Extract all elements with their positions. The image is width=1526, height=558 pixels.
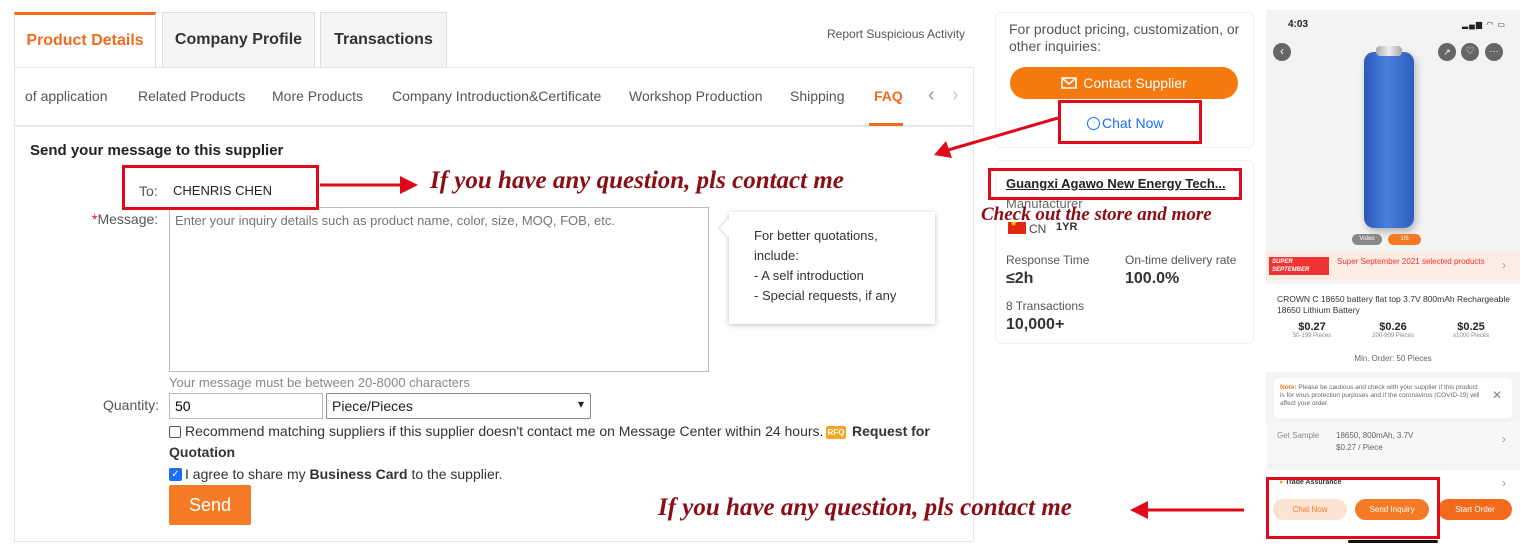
subnav-item[interactable]: of application xyxy=(25,88,108,104)
close-icon[interactable]: ✕ xyxy=(1492,388,1502,402)
chevron-right-icon: › xyxy=(1502,432,1506,446)
promo-banner[interactable]: SUPER SEPTEMBER Super September 2021 sele… xyxy=(1266,252,1520,280)
tab-product-details[interactable]: Product Details xyxy=(14,12,156,67)
subnav-item[interactable]: Company Introduction&Certificate xyxy=(392,88,601,104)
price-tier: $0.27 50-199 Pieces xyxy=(1292,321,1332,339)
message-label: *Message: xyxy=(92,211,159,227)
mobile-screenshot: 4:03 ▂▄▆ ◠ ▭ ‹ ↗ ♡ ··· Video 1/5 SUPER SE… xyxy=(1266,10,1520,548)
price-tier: $0.25 ≥1000 Pieces xyxy=(1452,321,1490,339)
tip-arrow xyxy=(719,219,737,237)
page: Product Details Company Profile Transact… xyxy=(0,0,1526,558)
arrow-icon xyxy=(320,176,418,194)
quantity-label: Quantity: xyxy=(103,397,160,413)
promo-text: Super September 2021 selected products xyxy=(1337,257,1485,266)
min-order: Min. Order: 50 Pieces xyxy=(1354,354,1432,363)
ontime-value: 100.0% xyxy=(1125,270,1180,287)
section-nav: of application Related Products More Pro… xyxy=(14,67,974,127)
mobile-actions-highlight xyxy=(1266,477,1440,539)
chat-now-highlight xyxy=(1058,100,1202,144)
favorite-icon[interactable]: ♡ xyxy=(1461,43,1479,61)
super-september-logo: SUPER SEPTEMBER xyxy=(1269,257,1329,275)
subnav-item[interactable]: Workshop Production xyxy=(629,88,763,104)
tip-item: - Special requests, if any xyxy=(754,288,897,303)
agree-checkbox[interactable]: ✓ xyxy=(169,468,182,481)
form-title: Send your message to this supplier xyxy=(30,142,284,159)
tab-company-profile[interactable]: Company Profile xyxy=(162,12,315,67)
battery-product-image xyxy=(1364,46,1414,228)
annotation-note-top: If you have any question, pls contact me xyxy=(430,167,844,194)
rfq-link-cont[interactable]: Quotation xyxy=(169,444,235,460)
quantity-input[interactable] xyxy=(169,393,323,419)
message-textarea[interactable] xyxy=(169,207,709,372)
recipient-highlight xyxy=(122,165,319,210)
rfq-link[interactable]: Request for xyxy=(852,423,930,439)
product-title: CROWN C 18650 battery flat top 3.7V 800m… xyxy=(1277,294,1510,315)
mail-icon xyxy=(1061,77,1077,89)
subnav-item[interactable]: More Products xyxy=(272,88,363,104)
unit-select[interactable]: Piece/Pieces ▾ xyxy=(326,393,591,419)
recommend-checkbox[interactable] xyxy=(169,426,181,438)
send-button[interactable]: Send xyxy=(169,485,251,525)
product-info: CROWN C 18650 battery flat top 3.7V 800m… xyxy=(1266,284,1520,372)
contact-supplier-button[interactable]: Contact Supplier xyxy=(1010,67,1238,99)
covid-note-text: Note: Please be cautious and check with … xyxy=(1280,384,1480,407)
video-badge[interactable]: Video xyxy=(1352,234,1382,245)
ontime-label: On-time delivery rate xyxy=(1125,253,1237,267)
share-icon[interactable]: ↗ xyxy=(1438,43,1456,61)
subnav-item-faq[interactable]: FAQ xyxy=(874,88,903,104)
unit-select-value: Piece/Pieces xyxy=(332,398,413,414)
back-icon[interactable]: ‹ xyxy=(1273,43,1291,61)
price-tier: $0.26 200-999 Pieces xyxy=(1372,321,1414,339)
home-indicator xyxy=(1348,540,1438,543)
rfq-icon: RFQ xyxy=(826,426,846,439)
tip-item: - A self introduction xyxy=(754,268,864,283)
company-highlight xyxy=(988,168,1242,200)
sample-price: $0.27 / Piece xyxy=(1336,443,1383,452)
arrow-icon xyxy=(1130,501,1244,519)
image-counter: 1/5 xyxy=(1388,234,1421,245)
tab-transactions[interactable]: Transactions xyxy=(320,12,447,67)
more-icon[interactable]: ··· xyxy=(1485,43,1503,61)
inquiry-text: For product pricing, customization, or o… xyxy=(1009,21,1240,54)
chevron-right-icon: › xyxy=(1502,476,1506,490)
char-hint: Your message must be between 20-8000 cha… xyxy=(169,375,470,390)
get-sample-label: Get Sample xyxy=(1277,431,1320,440)
contact-supplier-label: Contact Supplier xyxy=(1083,75,1187,91)
report-suspicious-link[interactable]: Report Suspicious Activity xyxy=(827,27,965,41)
sample-spec: 18650, 800mAh, 3.7V xyxy=(1336,431,1414,440)
annotation-note-bottom: If you have any question, pls contact me xyxy=(658,494,1072,521)
chevron-down-icon: ▾ xyxy=(577,397,584,411)
annotation-note-store: Check out the store and more xyxy=(981,204,1212,225)
chevron-left-icon[interactable]: ‹ xyxy=(928,84,935,107)
recommend-text: Recommend matching suppliers if this sup… xyxy=(185,423,824,439)
covid-note: Note: Please be cautious and check with … xyxy=(1274,378,1512,418)
transactions-label: 8 Transactions xyxy=(1006,299,1085,313)
status-time: 4:03 xyxy=(1288,19,1309,30)
tip-title: For better quotations, include: xyxy=(754,228,878,263)
status-icons: ▂▄▆ ◠ ▭ xyxy=(1462,20,1506,29)
response-time-value: ≤2h xyxy=(1006,270,1034,287)
chevron-right-icon: › xyxy=(1502,258,1506,272)
start-order-button[interactable]: Start Order xyxy=(1438,499,1512,520)
product-panel: Product Details Company Profile Transact… xyxy=(14,12,974,542)
arrow-icon xyxy=(934,116,1059,158)
subnav-item[interactable]: Related Products xyxy=(138,88,245,104)
chevron-right-icon[interactable]: › xyxy=(952,84,959,107)
subnav-item[interactable]: Shipping xyxy=(790,88,845,104)
agree-text: I agree to share my Business Card to the… xyxy=(185,466,503,482)
active-indicator xyxy=(869,123,903,126)
transactions-value: 10,000+ xyxy=(1006,316,1065,333)
response-time-label: Response Time xyxy=(1006,253,1090,267)
quotation-tip: For better quotations, include: - A self… xyxy=(719,212,935,324)
get-sample-row[interactable]: Get Sample 18650, 800mAh, 3.7V $0.27 / P… xyxy=(1266,422,1520,464)
